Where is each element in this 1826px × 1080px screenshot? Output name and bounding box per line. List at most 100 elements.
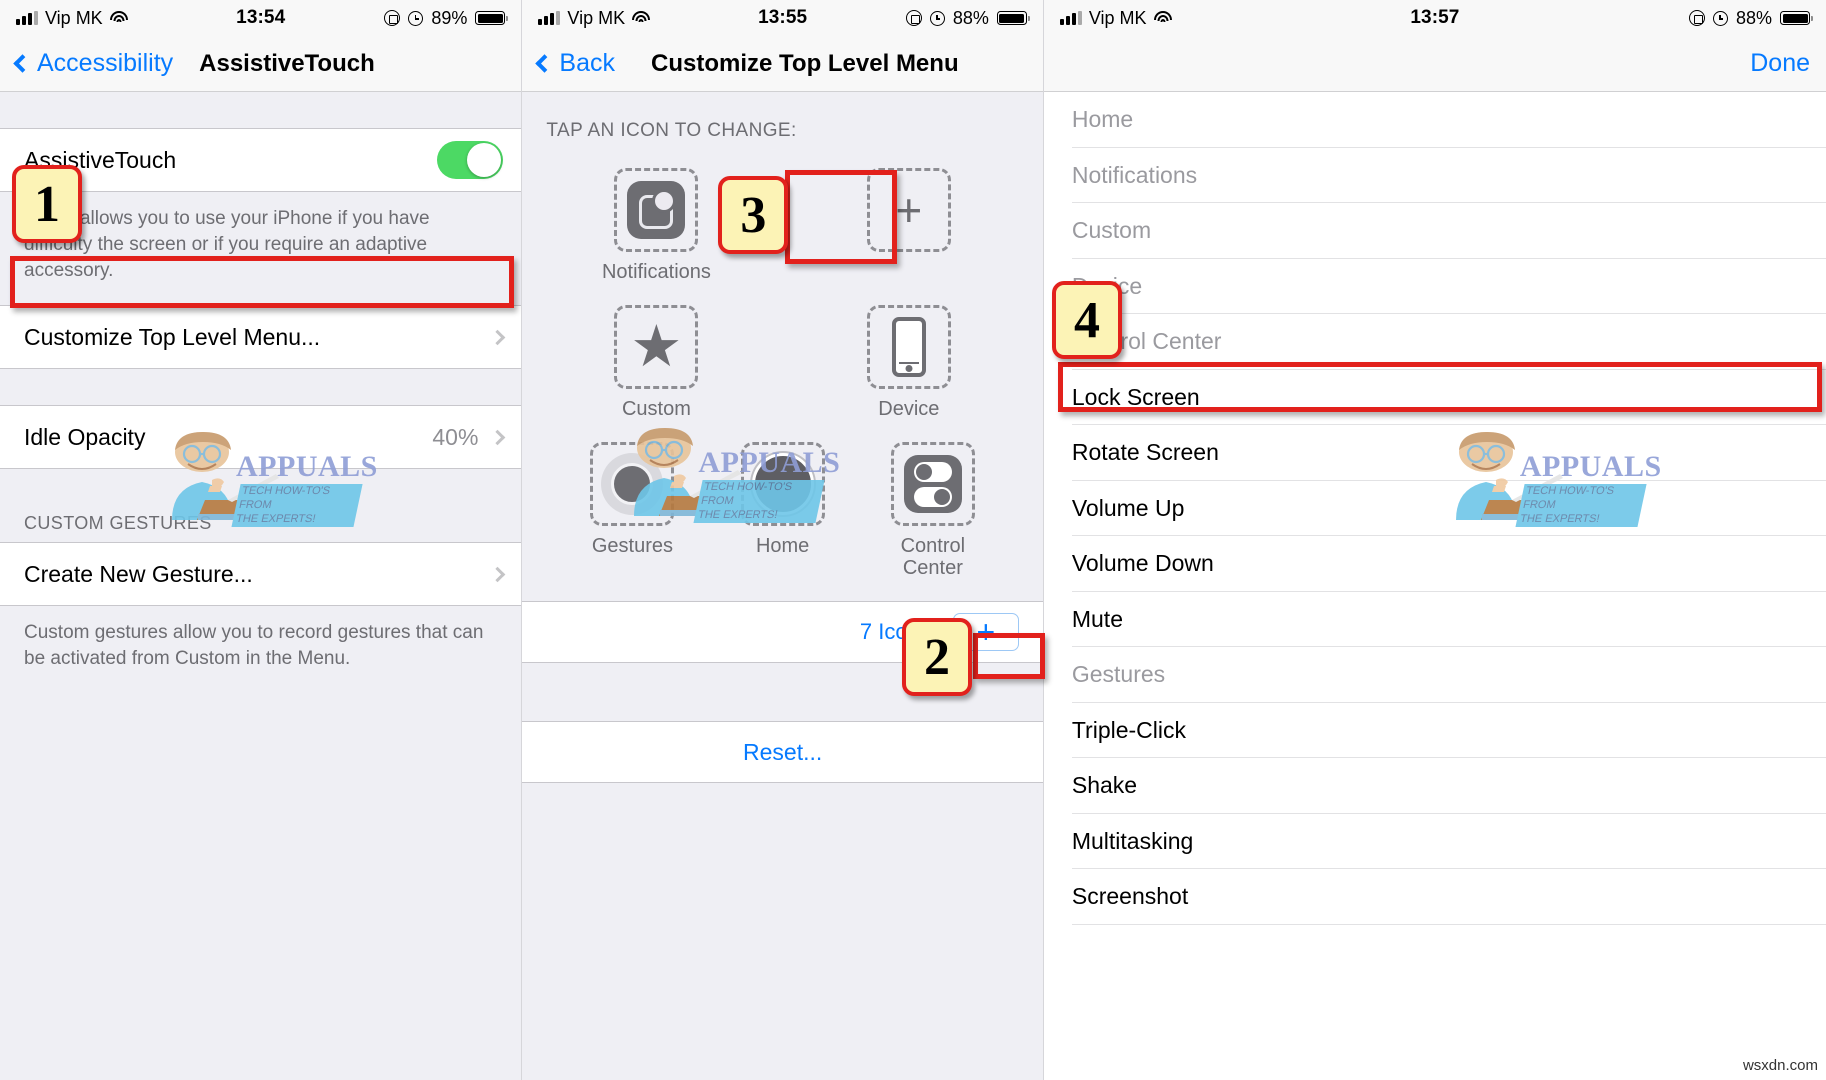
custom-gestures-footnote: Custom gestures allow you to record gest… [24,622,484,670]
customize-group: Customize Top Level Menu... [0,305,522,370]
icon-cell-device[interactable]: Device [845,305,973,420]
highlight-lock-screen-row [1057,362,1822,412]
list-item-label: Multitasking [1071,827,1194,854]
chevron-right-icon [490,566,506,583]
chevron-right-icon [490,429,506,446]
annotation-badge-1: 1 [12,165,82,243]
list-item-label: Triple-Click [1071,716,1187,743]
back-label: Back [559,49,616,77]
icon-caption: Custom [621,398,691,420]
icon-caption: Notifications [601,261,711,283]
page-title-2: Customize Top Level Menu [651,49,959,77]
row-create-new-gesture[interactable]: Create New Gesture... [0,543,522,606]
icon-slot [614,168,699,252]
icon-caption: Gestures [591,535,673,557]
nav-bar-2: Back Customize Top Level Menu [522,36,1043,92]
status-bar-3: Vip MK 13:57 88% [1043,0,1826,36]
icon-grid-row-3: Gestures Home Control Center [550,442,1014,579]
back-button-accessibility[interactable]: Accessibility [13,49,174,78]
icon-caption: Control Center [900,535,966,579]
icon-cell-home[interactable]: Home [719,442,847,579]
alarm-icon [929,10,945,26]
list-item-label: Mute [1071,605,1123,632]
reset-bar[interactable]: Reset... [522,721,1043,783]
status-bar-1: Vip MK 13:54 89% [0,0,522,36]
panel-assistivetouch-settings: Vip MK 13:54 89% Accessibility Assistive… [0,0,522,1080]
icon-cell-control-center[interactable]: Control Center [869,442,997,579]
idle-opacity-value: 40% [432,423,479,450]
back-label: Accessibility [37,49,174,77]
icon-cell-custom[interactable]: ★ Custom [592,305,720,420]
list-item[interactable]: Screenshot [1044,869,1826,925]
nav-bar-3: Done [1043,36,1826,92]
assistivetouch-toggle[interactable] [437,141,504,179]
icon-caption: Device [878,398,940,420]
highlight-add-icon-slot [785,170,898,264]
create-gesture-right [490,566,506,583]
icon-slot [740,442,825,526]
panel-icon-picker: Vip MK 13:57 88% Done Home Notifications… [1043,0,1826,1080]
list-item-label: Volume Down [1071,550,1214,577]
panel-customize-top-level-menu: Vip MK 13:55 88% Back Customize Top Leve… [522,0,1043,1080]
battery-icon [996,11,1030,25]
icon-caption: Home [755,535,810,557]
list-item-label: Custom [1071,217,1152,244]
site-watermark: wsxdn.com [1742,1057,1818,1074]
icon-slot [590,442,675,526]
device-icon [891,317,926,377]
list-item[interactable]: Home [1044,92,1826,148]
highlight-add-icon-button [973,633,1045,679]
done-button[interactable]: Done [1750,49,1810,78]
tap-an-icon-label: TAP AN ICON TO CHANGE: [546,120,797,141]
annotation-badge-3: 3 [718,176,789,254]
list-item[interactable]: Device [1044,259,1826,314]
rotation-lock-icon [384,10,401,26]
icon-picker-list: Home Notifications Custom Device Control… [1043,92,1826,1080]
row-idle-opacity[interactable]: Idle Opacity 40% [0,406,522,469]
chevron-right-icon [490,329,506,346]
back-button[interactable]: Back [535,49,616,78]
control-center-icon [903,455,962,513]
list-item-label: Shake [1071,772,1138,799]
list-item[interactable]: Volume Down [1044,536,1826,592]
annotation-badge-4: 4 [1052,281,1122,359]
list-item[interactable]: Shake [1044,758,1826,814]
annotation-badge-2: 2 [902,618,972,696]
row-customize-top-level-menu[interactable]: Customize Top Level Menu... [0,306,522,369]
three-screenshot-strip: Vip MK 13:54 89% Accessibility Assistive… [0,0,1826,1080]
list-item[interactable]: Custom [1044,203,1826,259]
list-item[interactable]: Volume Up [1044,481,1826,536]
list-item[interactable]: Gestures [1044,647,1826,703]
list-item[interactable]: Notifications [1044,148,1826,203]
spacer-1 [0,92,522,128]
list-item[interactable]: Multitasking [1044,814,1826,869]
list-item[interactable]: Rotate Screen [1044,425,1826,481]
icon-cell-gestures[interactable]: Gestures [568,442,696,579]
notifications-icon [627,181,686,239]
create-gesture-group: Create New Gesture... [0,542,522,607]
icon-cell-notifications[interactable]: Notifications [592,168,720,283]
idle-opacity-group: Idle Opacity 40% [0,405,522,470]
status-right-2: 88% [905,7,1030,29]
list-item-label: Home [1071,106,1134,133]
create-gesture-label: Create New Gesture... [24,560,253,587]
plus-icon: + [895,183,923,236]
alarm-icon [1712,10,1728,26]
icon-slot: ★ [614,305,699,389]
gestures-icon [601,453,664,515]
rotation-lock-icon [1688,10,1705,26]
home-icon [751,453,814,515]
icon-slot [866,305,951,389]
highlight-customize-row [10,256,514,308]
list-item[interactable]: Triple-Click [1044,703,1826,758]
list-item[interactable]: Mute [1044,592,1826,647]
icon-slot [890,442,975,526]
alarm-icon [408,10,424,26]
custom-gestures-header: CUSTOM GESTURES [24,513,212,534]
star-icon: ★ [630,313,683,379]
chevron-left-icon [13,54,32,73]
battery-percent-label: 88% [952,7,989,28]
customize-right [490,329,506,346]
battery-icon [475,11,509,25]
